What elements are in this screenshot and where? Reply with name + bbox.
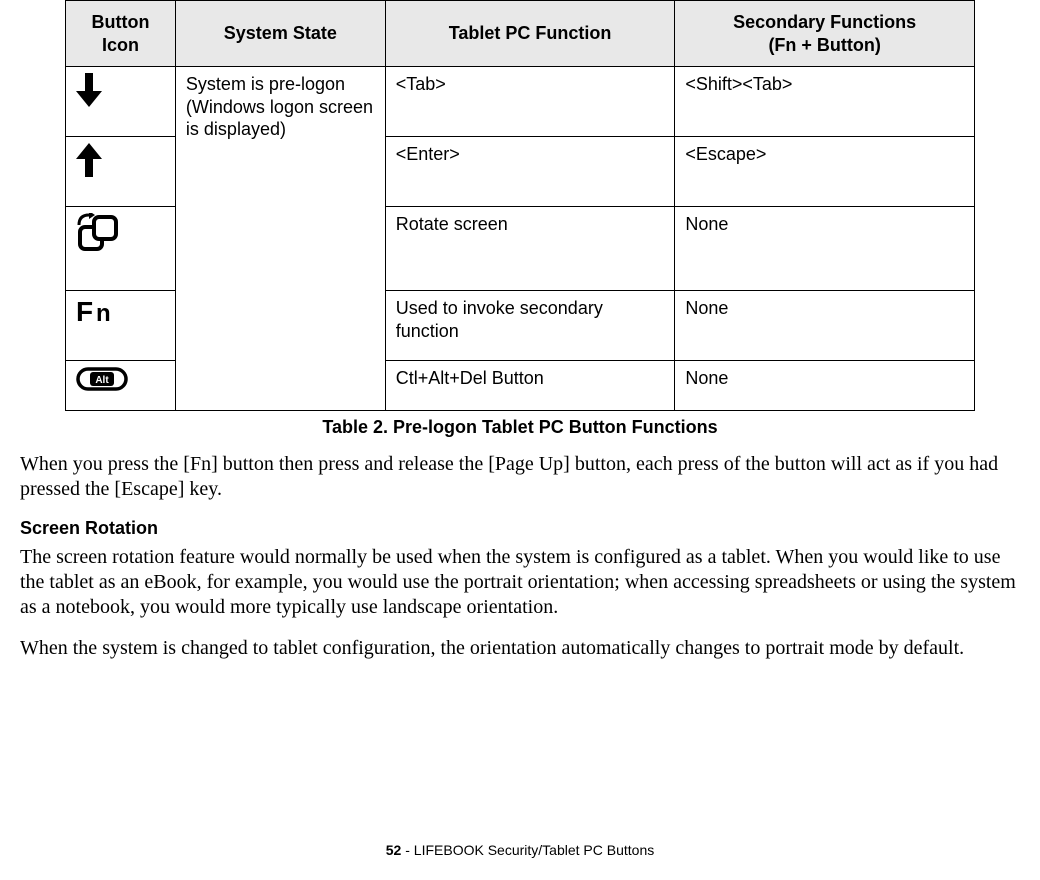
- page: Button Icon System State Tablet PC Funct…: [20, 0, 1020, 661]
- th-secondary-l1: Secondary Functions: [733, 12, 916, 32]
- th-button-icon: Button Icon: [66, 1, 176, 67]
- alt-icon: Alt: [76, 367, 128, 391]
- cell-secondary: None: [675, 291, 975, 361]
- paragraph-rotation-usage: The screen rotation feature would normal…: [20, 545, 1020, 620]
- table-row: System is pre-logon (Windows logon scree…: [66, 67, 975, 137]
- cell-icon: [66, 207, 176, 291]
- footer-title: LIFEBOOK Security/Tablet PC Buttons: [414, 842, 654, 858]
- heading-screen-rotation: Screen Rotation: [20, 518, 1020, 539]
- cell-icon: F n: [66, 291, 176, 361]
- paragraph-rotation-default: When the system is changed to tablet con…: [20, 636, 1020, 661]
- svg-text:Alt: Alt: [95, 375, 109, 386]
- svg-text:F: F: [76, 297, 93, 327]
- svg-text:n: n: [96, 300, 111, 327]
- th-tablet-function: Tablet PC Function: [385, 1, 675, 67]
- table-caption: Table 2. Pre-logon Tablet PC Button Func…: [20, 417, 1020, 438]
- paragraph-fn-escape: When you press the [Fn] button then pres…: [20, 452, 1020, 502]
- cell-secondary: <Escape>: [675, 137, 975, 207]
- th-secondary-functions: Secondary Functions (Fn + Button): [675, 1, 975, 67]
- cell-function: <Enter>: [385, 137, 675, 207]
- arrow-down-icon: [76, 73, 102, 107]
- cell-function: Rotate screen: [385, 207, 675, 291]
- cell-icon: [66, 137, 176, 207]
- page-footer: 52 - LIFEBOOK Security/Tablet PC Buttons: [0, 842, 1040, 858]
- th-secondary-l2: (Fn + Button): [768, 35, 880, 55]
- cell-secondary: None: [675, 361, 975, 411]
- cell-function: Ctl+Alt+Del Button: [385, 361, 675, 411]
- cell-secondary: <Shift><Tab>: [675, 67, 975, 137]
- page-number: 52: [386, 842, 402, 858]
- fn-icon: F n: [76, 297, 122, 327]
- cell-system-state: System is pre-logon (Windows logon scree…: [175, 67, 385, 411]
- button-functions-table: Button Icon System State Tablet PC Funct…: [65, 0, 975, 411]
- cell-icon: [66, 67, 176, 137]
- footer-sep: -: [401, 842, 413, 858]
- cell-icon: Alt: [66, 361, 176, 411]
- rotate-icon: [76, 213, 120, 253]
- th-system-state: System State: [175, 1, 385, 67]
- cell-secondary: None: [675, 207, 975, 291]
- arrow-up-icon: [76, 143, 102, 177]
- cell-function: <Tab>: [385, 67, 675, 137]
- cell-function: Used to invoke secondary function: [385, 291, 675, 361]
